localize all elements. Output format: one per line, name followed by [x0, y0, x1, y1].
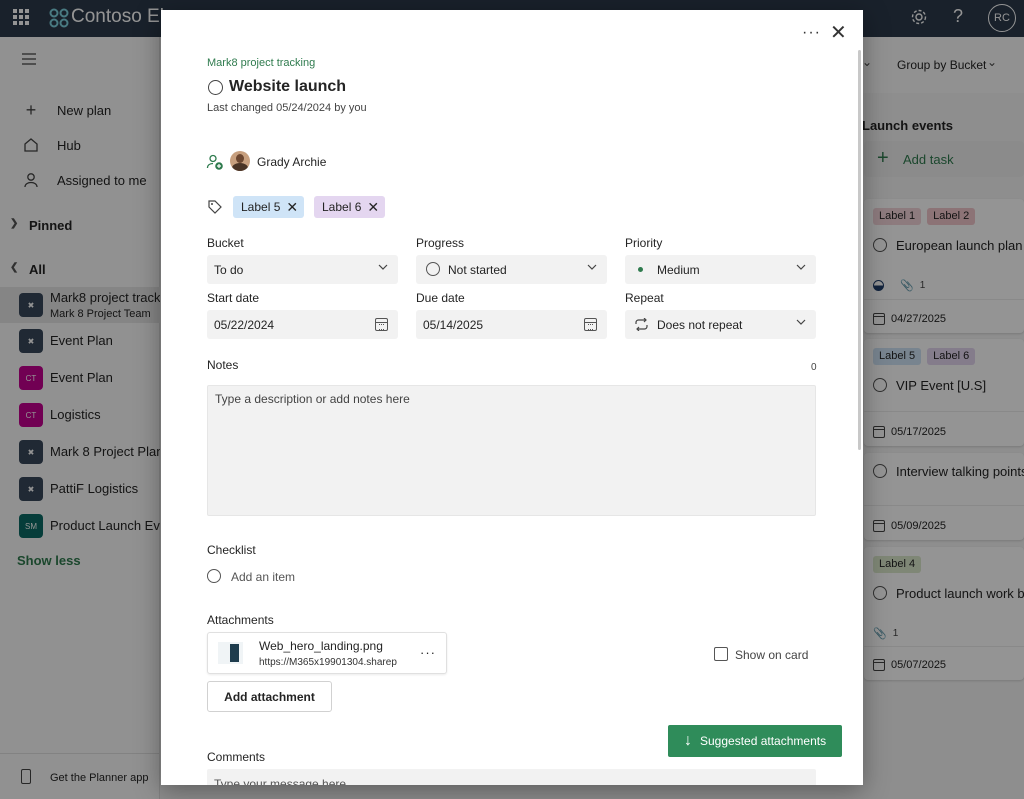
show-on-card-label: Show on card: [735, 648, 809, 662]
due-date-value: 05/14/2025: [423, 318, 484, 332]
label-chip[interactable]: Label 6 ✕: [314, 196, 386, 218]
more-options-icon[interactable]: ···: [420, 645, 436, 660]
chevron-down-icon: [378, 264, 388, 270]
checklist-circle-icon: [207, 569, 221, 583]
task-details-dialog: ··· ✕ Mark8 project tracking Website lau…: [161, 10, 863, 785]
label-chip[interactable]: Label 5 ✕: [233, 196, 305, 218]
plan-name-link[interactable]: Mark8 project tracking: [207, 57, 315, 69]
chevron-down-icon: [587, 264, 597, 270]
tag-icon[interactable]: [207, 199, 223, 215]
assignee-name: Grady Archie: [257, 155, 327, 169]
last-changed-text: Last changed 05/24/2024 by you: [207, 102, 367, 114]
progress-label: Progress: [416, 236, 465, 250]
assignee-avatar[interactable]: [230, 151, 250, 171]
repeat-icon: [635, 318, 648, 331]
repeat-value: Does not repeat: [657, 318, 743, 332]
priority-label: Priority: [625, 236, 663, 250]
notes-char-count: 0: [811, 362, 817, 373]
more-options-icon[interactable]: ···: [802, 24, 821, 42]
chevron-down-icon: [796, 264, 806, 270]
calendar-icon[interactable]: [584, 318, 597, 331]
repeat-label: Repeat: [625, 291, 664, 305]
comments-label: Comments: [207, 750, 266, 764]
start-date-label: Start date: [207, 291, 260, 305]
attachment-thumbnail: [218, 642, 243, 664]
attachment-name: Web_hero_landing.png: [259, 639, 383, 653]
priority-dot-icon: [638, 267, 643, 272]
progress-dropdown[interactable]: Not started: [416, 255, 607, 284]
notes-input[interactable]: [207, 385, 816, 516]
due-date-picker[interactable]: 05/14/2025: [416, 310, 607, 339]
attachment-url: https://M365x19901304.sharep: [259, 657, 397, 668]
add-attachment-button[interactable]: Add attachment: [207, 681, 332, 712]
show-on-card-checkbox[interactable]: [714, 647, 728, 661]
complete-task-icon[interactable]: [208, 80, 223, 95]
remove-label-icon[interactable]: ✕: [286, 200, 298, 214]
checklist-label: Checklist: [207, 543, 256, 557]
priority-dropdown[interactable]: Medium: [625, 255, 816, 284]
bucket-value: To do: [214, 263, 244, 277]
suggested-attachments-label: Suggested attachments: [700, 734, 827, 748]
notes-label: Notes: [207, 358, 239, 372]
repeat-dropdown[interactable]: Does not repeat: [625, 310, 816, 339]
start-date-picker[interactable]: 05/22/2024: [207, 310, 398, 339]
suggested-attachments-button[interactable]: ↓ Suggested attachments: [668, 725, 842, 757]
remove-label-icon[interactable]: ✕: [367, 200, 379, 214]
comment-input[interactable]: [207, 769, 816, 785]
add-checklist-item[interactable]: Add an item: [231, 570, 295, 584]
not-started-icon: [426, 262, 440, 276]
task-title[interactable]: Website launch: [229, 78, 346, 96]
label-chip-text: Label 5: [241, 200, 281, 214]
bucket-dropdown[interactable]: To do: [207, 255, 398, 284]
label-chip-text: Label 6: [322, 200, 362, 214]
chevron-down-icon: [796, 319, 806, 325]
dialog-scrollbar[interactable]: [858, 50, 861, 450]
arrow-down-icon: ↓: [684, 732, 692, 749]
priority-value: Medium: [657, 263, 700, 277]
calendar-icon[interactable]: [375, 318, 388, 331]
bucket-label: Bucket: [207, 236, 244, 250]
due-date-label: Due date: [416, 291, 465, 305]
close-icon[interactable]: ✕: [830, 23, 847, 43]
progress-value: Not started: [448, 263, 507, 277]
start-date-value: 05/22/2024: [214, 318, 275, 332]
assign-person-icon[interactable]: [206, 153, 224, 171]
attachments-label: Attachments: [207, 613, 274, 627]
attachment-item[interactable]: Web_hero_landing.png https://M365x199013…: [207, 632, 447, 674]
